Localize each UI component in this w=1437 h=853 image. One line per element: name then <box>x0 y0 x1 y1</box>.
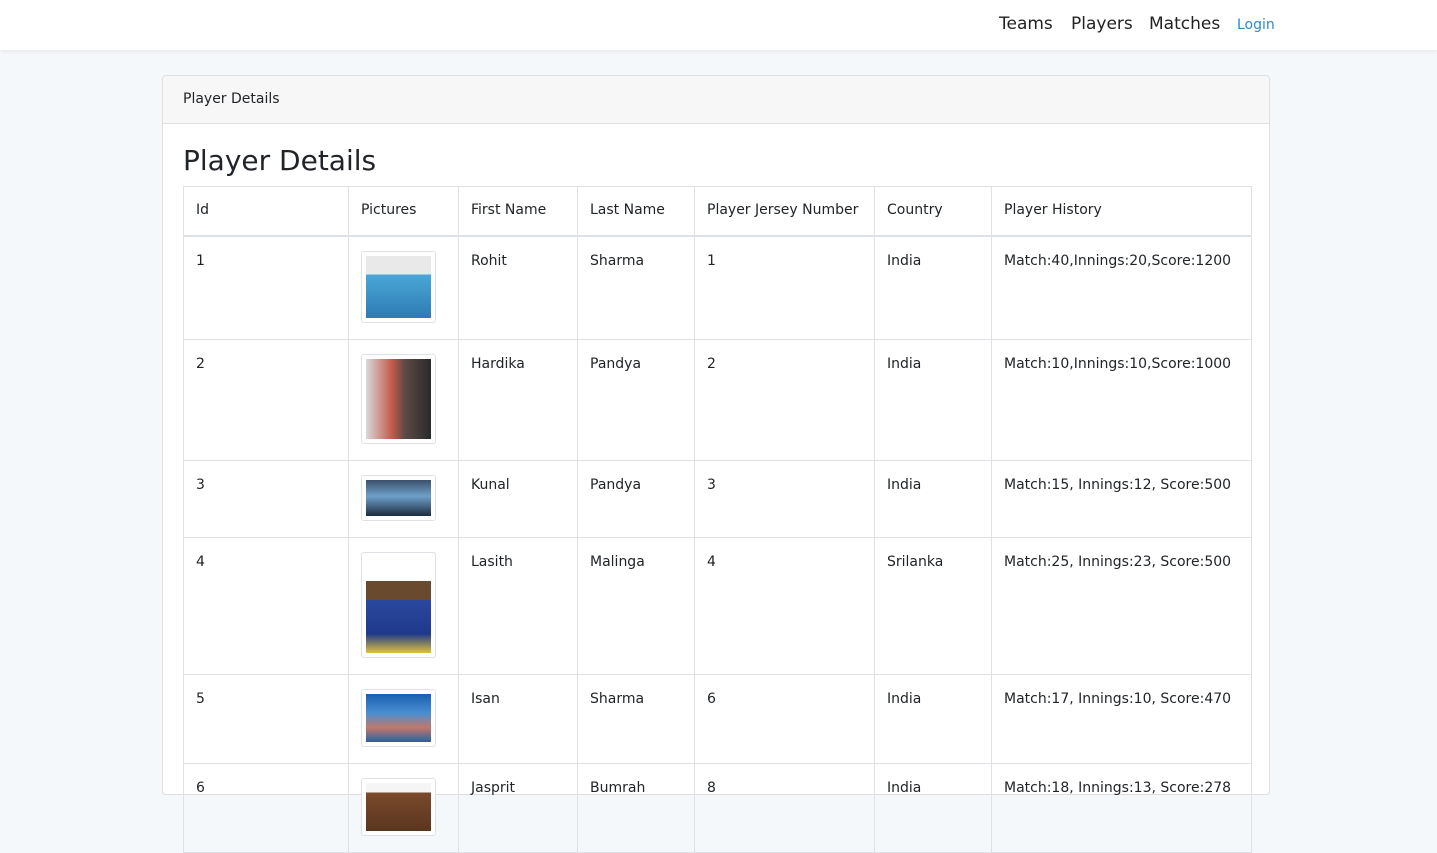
cell-last-name: Bumrah <box>577 762 695 853</box>
table-row: 1 Rohit Sharma 1 India Match:40,Innings:… <box>183 235 1252 340</box>
column-header-first-name: First Name <box>458 186 578 237</box>
cell-first-name: Rohit <box>458 235 578 340</box>
cell-first-name: Kunal <box>458 459 578 538</box>
column-header-id: Id <box>183 186 349 237</box>
cell-history: Match:40,Innings:20,Score:1200 <box>991 235 1252 340</box>
table-row: 2 Hardika Pandya 2 India Match:10,Inning… <box>183 338 1252 461</box>
cell-id: 2 <box>183 338 349 461</box>
player-photo <box>361 250 436 323</box>
cell-country: India <box>874 673 992 764</box>
cell-first-name: Hardika <box>458 338 578 461</box>
player-photo <box>361 777 436 836</box>
player-photo <box>361 688 436 747</box>
cell-last-name: Sharma <box>577 673 695 764</box>
cell-id: 6 <box>183 762 349 853</box>
cell-country: Srilanka <box>874 536 992 675</box>
cell-last-name: Malinga <box>577 536 695 675</box>
cell-history: Match:17, Innings:10, Score:470 <box>991 673 1252 764</box>
card-header: Player Details <box>163 76 1269 124</box>
cell-last-name: Pandya <box>577 338 695 461</box>
cell-jersey: 3 <box>694 459 875 538</box>
cell-country: India <box>874 235 992 340</box>
players-table: Id Pictures First Name Last Name Player … <box>183 186 1252 853</box>
cell-id: 5 <box>183 673 349 764</box>
table-row: 3 Kunal Pandya 3 India Match:15, Innings… <box>183 459 1252 538</box>
nav-players-link[interactable]: Players <box>1071 14 1133 34</box>
column-header-country: Country <box>874 186 992 237</box>
player-details-card: Player Details Player Details Id Picture… <box>162 75 1270 853</box>
cell-id: 4 <box>183 536 349 675</box>
column-header-last-name: Last Name <box>577 186 695 237</box>
column-header-pictures: Pictures <box>348 186 459 237</box>
cell-country: India <box>874 338 992 461</box>
cell-jersey: 2 <box>694 338 875 461</box>
nav-teams-link[interactable]: Teams <box>999 14 1053 34</box>
nav-matches-link[interactable]: Matches <box>1149 14 1220 34</box>
cell-picture <box>348 536 459 675</box>
column-header-history: Player History <box>991 186 1252 237</box>
cell-first-name: Isan <box>458 673 578 764</box>
player-photo <box>361 353 436 444</box>
cell-jersey: 4 <box>694 536 875 675</box>
table-row: 5 Isan Sharma 6 India Match:17, Innings:… <box>183 673 1252 764</box>
cell-picture <box>348 459 459 538</box>
cell-history: Match:18, Innings:13, Score:278 <box>991 762 1252 853</box>
cell-country: India <box>874 762 992 853</box>
table-row: 4 Lasith Malinga 4 Srilanka Match:25, In… <box>183 536 1252 675</box>
cell-country: India <box>874 459 992 538</box>
page-title: Player Details <box>183 144 377 177</box>
table-header-row: Id Pictures First Name Last Name Player … <box>183 186 1252 237</box>
cell-history: Match:10,Innings:10,Score:1000 <box>991 338 1252 461</box>
login-link[interactable]: Login <box>1237 17 1275 33</box>
cell-picture <box>348 338 459 461</box>
cell-history: Match:25, Innings:23, Score:500 <box>991 536 1252 675</box>
top-navbar: Teams Players Matches Login <box>0 0 1437 50</box>
player-photo <box>361 474 436 521</box>
cell-picture <box>348 235 459 340</box>
cell-last-name: Sharma <box>577 235 695 340</box>
cell-first-name: Jasprit <box>458 762 578 853</box>
cell-last-name: Pandya <box>577 459 695 538</box>
cell-id: 3 <box>183 459 349 538</box>
cell-jersey: 8 <box>694 762 875 853</box>
cell-picture <box>348 762 459 853</box>
player-photo <box>361 551 436 658</box>
cell-history: Match:15, Innings:12, Score:500 <box>991 459 1252 538</box>
cell-id: 1 <box>183 235 349 340</box>
cell-picture <box>348 673 459 764</box>
cell-jersey: 1 <box>694 235 875 340</box>
column-header-jersey-number: Player Jersey Number <box>694 186 875 237</box>
table-row: 6 Jasprit Bumrah 8 India Match:18, Innin… <box>183 762 1252 853</box>
cell-jersey: 6 <box>694 673 875 764</box>
cell-first-name: Lasith <box>458 536 578 675</box>
